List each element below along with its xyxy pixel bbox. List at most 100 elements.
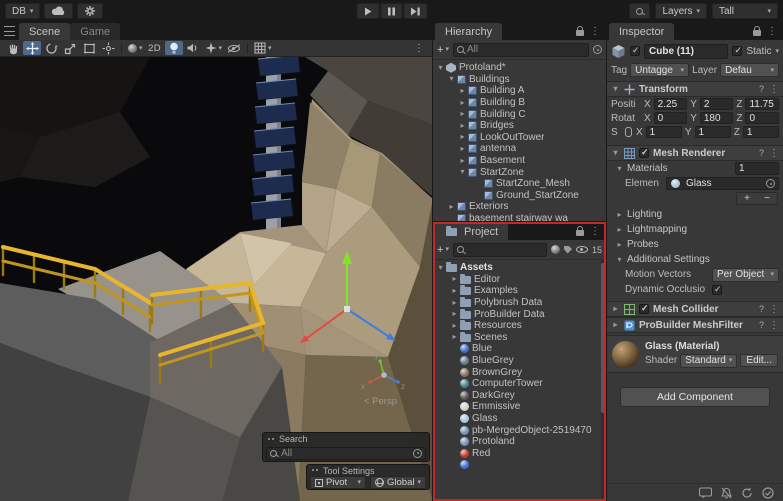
foldout-icon[interactable] [458, 157, 467, 165]
foldout-icon[interactable] [447, 203, 456, 211]
rotation-y-field[interactable]: 180 [700, 112, 734, 125]
tab-game[interactable]: Game [70, 23, 120, 40]
scene-toolbar-overflow[interactable]: ⋮ [410, 41, 428, 55]
hierarchy-item[interactable]: Building A [433, 85, 606, 97]
foldout-icon[interactable] [450, 275, 459, 283]
scene-viewport[interactable]: y x z < Persp Search All [0, 57, 432, 501]
tab-project[interactable]: Project [435, 223, 508, 240]
foldout-icon[interactable] [458, 110, 467, 118]
lock-icon[interactable] [576, 230, 584, 236]
lighting-foldout[interactable]: ▸ Lighting [607, 207, 783, 222]
account-dropdown[interactable]: DB ▾ [5, 3, 40, 19]
project-item[interactable]: Assets [433, 262, 606, 274]
project-item[interactable]: Glass [433, 413, 606, 425]
foldout-icon[interactable] [458, 99, 467, 107]
project-item[interactable]: Emmissive [433, 401, 606, 413]
material-object-field[interactable]: Glass [666, 177, 779, 190]
transform-component-header[interactable]: ▾ Transform ? ⋮ [607, 81, 783, 97]
foldout-icon[interactable] [458, 168, 467, 176]
scale-x-field[interactable]: 1 [646, 126, 682, 139]
search-overlay-header[interactable]: Search [263, 433, 429, 445]
foldout-icon[interactable] [458, 87, 467, 95]
additional-settings-foldout[interactable]: ▾ Additional Settings [607, 252, 783, 267]
kebab-icon[interactable]: ⋮ [767, 26, 777, 37]
rotation-z-field[interactable]: 0 [745, 112, 779, 125]
tab-hierarchy[interactable]: Hierarchy [435, 23, 502, 40]
pane-menu-icon[interactable] [4, 26, 15, 37]
foldout-icon[interactable] [458, 133, 467, 141]
step-button[interactable] [403, 3, 427, 19]
component-enabled-checkbox[interactable] [639, 304, 649, 314]
filter-by-label-icon[interactable] [564, 246, 572, 254]
foldout-icon[interactable]: ▾ [611, 149, 620, 157]
foldout-icon[interactable]: ▾ [611, 85, 620, 93]
active-checkbox[interactable] [630, 46, 640, 56]
tab-inspector[interactable]: Inspector [609, 23, 674, 40]
hierarchy-item[interactable]: StartZone_Mesh [433, 178, 606, 190]
lock-icon[interactable] [576, 30, 584, 36]
hierarchy-item[interactable]: Protoland* [433, 62, 606, 74]
foldout-icon[interactable] [450, 287, 459, 295]
cloud-button[interactable] [44, 3, 73, 19]
hidden-packages-eye-icon[interactable] [576, 246, 588, 253]
foldout-icon[interactable]: ▸ [611, 305, 620, 313]
hierarchy-item[interactable]: Basement [433, 155, 606, 167]
filter-by-type-icon[interactable] [551, 245, 560, 254]
project-item[interactable]: Blue [433, 343, 606, 355]
project-item[interactable]: pb-MergedObject-2519470 [433, 424, 606, 436]
kebab-icon[interactable]: ⋮ [769, 320, 779, 331]
foldout-icon[interactable] [458, 145, 467, 153]
scrollbar-thumb[interactable] [601, 263, 606, 413]
hierarchy-item[interactable]: antenna [433, 143, 606, 155]
foldout-icon[interactable]: ▸ [615, 241, 624, 249]
remove-material-button[interactable]: − [764, 193, 770, 204]
hierarchy-search-input[interactable]: All [453, 43, 589, 57]
help-icon[interactable]: ? [759, 148, 764, 158]
project-item[interactable]: ComputerTower [433, 378, 606, 390]
help-icon[interactable]: ? [759, 304, 764, 314]
pause-button[interactable] [380, 3, 402, 19]
check-circle-icon[interactable] [762, 487, 774, 499]
rect-tool-button[interactable] [80, 41, 98, 55]
static-checkbox[interactable] [732, 46, 742, 56]
project-item[interactable] [433, 459, 606, 471]
move-tool-button[interactable] [23, 41, 41, 55]
shading-mode-dropdown[interactable]: ▾ [126, 41, 145, 55]
effects-dropdown[interactable]: ▾ [203, 41, 225, 55]
mesh-collider-header[interactable]: ▸ Mesh Collider ? ⋮ [607, 301, 783, 317]
scale-z-field[interactable]: 1 [743, 126, 779, 139]
foldout-icon[interactable] [447, 75, 456, 83]
position-x-field[interactable]: 2.25 [654, 98, 688, 111]
mesh-renderer-header[interactable]: ▾ Mesh Renderer ? ⋮ [607, 145, 783, 161]
orientation-dropdown[interactable]: Global ▾ [370, 476, 426, 489]
add-material-button[interactable]: + [744, 193, 750, 204]
project-item[interactable]: Protoland [433, 436, 606, 448]
edit-shader-button[interactable]: Edit... [740, 354, 778, 367]
probuilder-meshfilter-header[interactable]: ▸ ProBuilder MeshFilter ? ⋮ [607, 317, 783, 333]
layers-dropdown[interactable]: Layers ▾ [655, 3, 707, 19]
dynamic-occlusion-checkbox[interactable] [712, 285, 722, 295]
project-item[interactable]: ProBuilder Data [433, 308, 606, 320]
foldout-icon[interactable] [436, 64, 445, 72]
search-picker-icon[interactable] [593, 45, 602, 54]
help-icon[interactable]: ? [759, 320, 764, 330]
scene-visibility-button[interactable] [225, 41, 243, 55]
hierarchy-item[interactable]: Exteriors [433, 201, 606, 213]
drag-handle-icon[interactable] [311, 468, 319, 473]
picker-icon[interactable] [413, 449, 422, 458]
add-component-button[interactable]: Add Component [620, 387, 770, 407]
project-item[interactable]: DarkGrey [433, 390, 606, 402]
scene-search-input[interactable]: All [266, 447, 426, 460]
hierarchy-item[interactable]: Building B [433, 97, 606, 109]
hierarchy-item[interactable]: Bridges [433, 120, 606, 132]
object-name-field[interactable]: Cube (11) [644, 44, 728, 59]
foldout-icon[interactable]: ▸ [611, 321, 620, 329]
project-item[interactable]: BrownGrey [433, 366, 606, 378]
tab-scene[interactable]: Scene [19, 23, 70, 40]
object-picker-icon[interactable] [766, 179, 775, 188]
hierarchy-item[interactable]: Ground_StartZone [433, 190, 606, 202]
shader-dropdown[interactable]: Standard ▾ [680, 354, 737, 368]
foldout-icon[interactable]: ▸ [615, 226, 624, 234]
rotation-x-field[interactable]: 0 [654, 112, 688, 125]
project-item[interactable]: Red [433, 448, 606, 460]
